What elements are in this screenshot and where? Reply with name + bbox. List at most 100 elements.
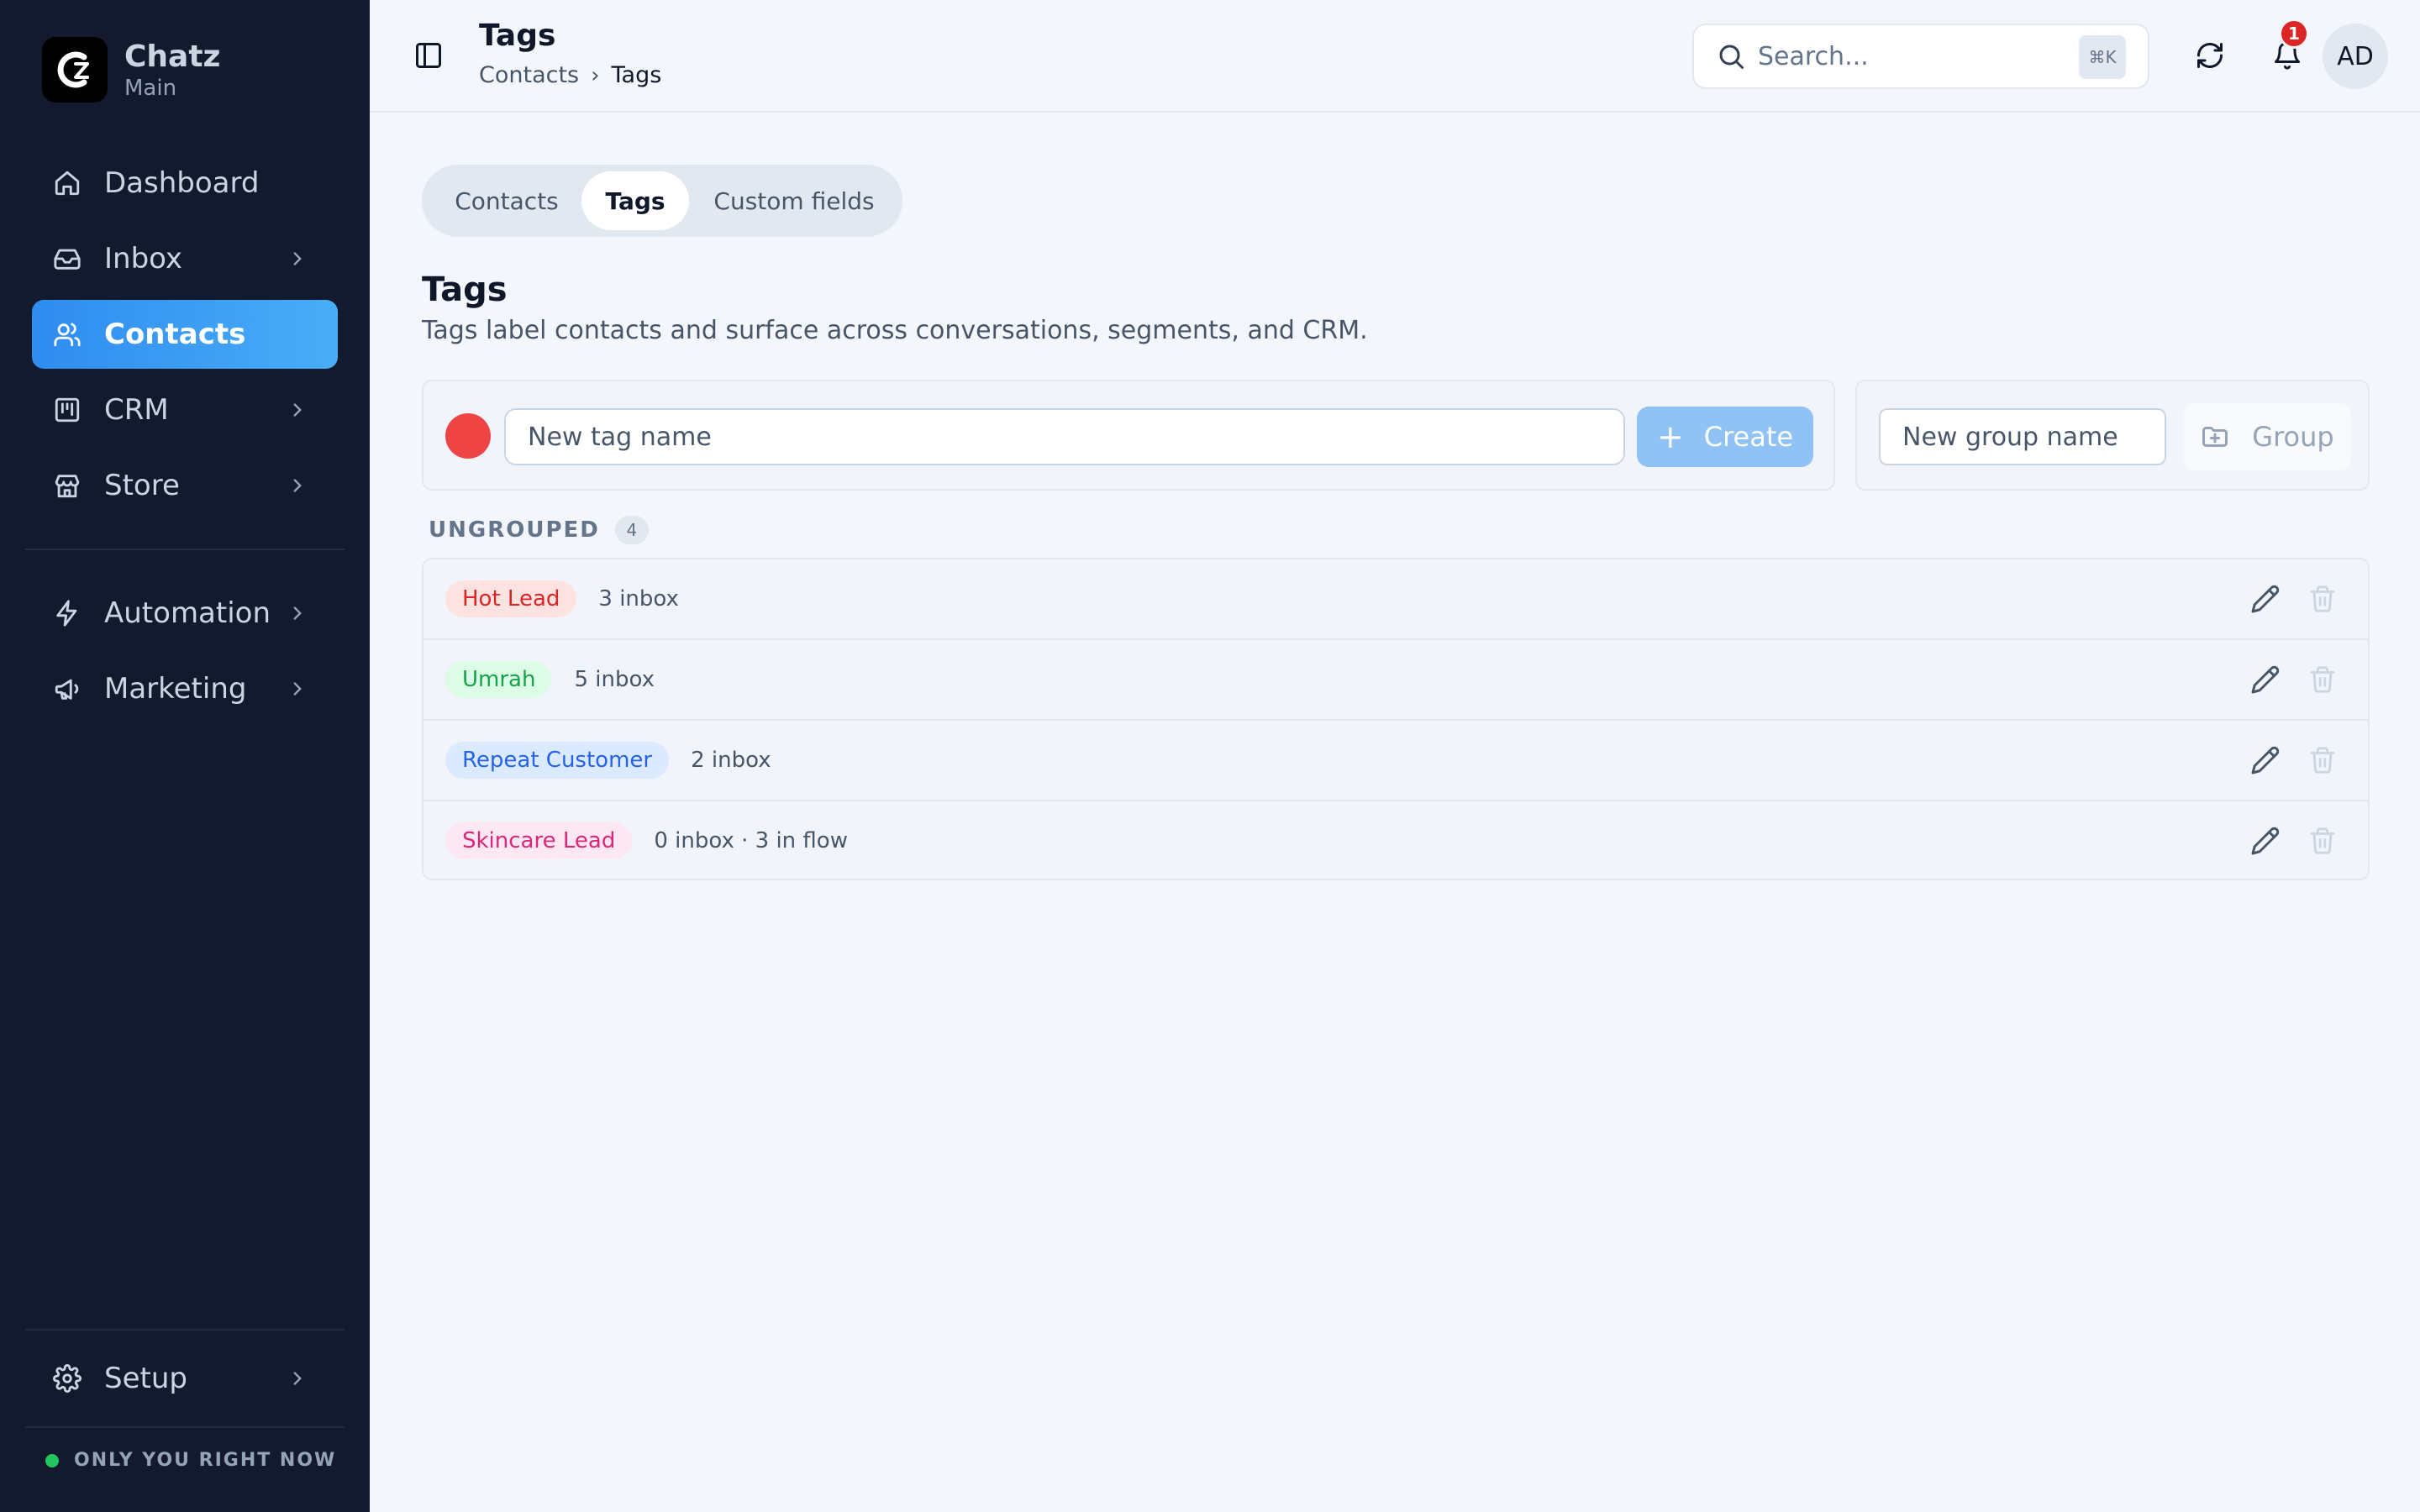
tag-color-picker[interactable] <box>445 413 491 459</box>
create-group-button[interactable]: Group <box>2183 403 2351 470</box>
refresh-button[interactable] <box>2193 39 2227 72</box>
edit-tag-button[interactable] <box>2249 582 2282 616</box>
trash-icon <box>2310 585 2335 612</box>
tag-pill[interactable]: Hot Lead <box>445 580 577 617</box>
trash-icon <box>2310 666 2335 693</box>
sidebar-item-label: Setup <box>104 1362 187 1395</box>
section-title: Tags <box>422 270 508 309</box>
users-icon <box>52 319 82 349</box>
sidebar-toggle-icon[interactable] <box>413 40 444 71</box>
sidebar-item-dashboard[interactable]: Dashboard <box>32 149 338 218</box>
search-input[interactable] <box>1758 41 2077 71</box>
sidebar-divider <box>25 549 345 550</box>
folder-plus-icon <box>2200 422 2230 452</box>
pencil-icon <box>2251 746 2280 774</box>
presence-text: ONLY YOU RIGHT NOW <box>74 1450 337 1471</box>
sidebar-item-contacts[interactable]: Contacts <box>32 300 338 369</box>
create-tag-button[interactable]: + Create <box>1637 407 1813 467</box>
sidebar-divider <box>25 1426 345 1428</box>
sidebar-item-label: Contacts <box>104 318 246 351</box>
breadcrumb-link-contacts[interactable]: Contacts <box>479 62 579 88</box>
tag-usage: 2 inbox <box>691 748 771 773</box>
tag-pill[interactable]: Umrah <box>445 661 553 698</box>
store-icon <box>52 470 82 501</box>
edit-tag-button[interactable] <box>2249 743 2282 777</box>
new-group-name-input[interactable] <box>1879 408 2166 465</box>
create-tag-card: + Create <box>422 380 1835 491</box>
edit-tag-button[interactable] <box>2249 663 2282 696</box>
tab-tags[interactable]: Tags <box>581 171 689 230</box>
ungrouped-header: UNGROUPED 4 <box>429 516 649 544</box>
trash-icon <box>2310 747 2335 774</box>
gear-icon <box>52 1363 82 1394</box>
chatz-logo-icon <box>42 37 108 102</box>
delete-tag-button[interactable] <box>2306 663 2339 696</box>
tag-pill[interactable]: Repeat Customer <box>445 742 670 779</box>
online-dot-icon <box>45 1453 59 1467</box>
chevron-right-icon: › <box>591 62 600 88</box>
plus-icon: + <box>1656 418 1684 455</box>
search-box[interactable]: ⌘K <box>1692 24 2149 89</box>
sidebar-item-label: Store <box>104 469 180 502</box>
tag-list: Hot Lead 3 inbox Umrah 5 inbox Repeat Cu… <box>422 558 2370 880</box>
pencil-icon <box>2251 585 2280 613</box>
sidebar-item-inbox[interactable]: Inbox <box>32 224 338 293</box>
sidebar-item-label: Dashboard <box>104 166 260 200</box>
brand-name: Chatz <box>124 39 221 74</box>
refresh-icon <box>2197 43 2223 68</box>
brand[interactable]: Chatz Main <box>42 37 221 102</box>
tag-row: Umrah 5 inbox <box>424 640 2368 719</box>
sidebar-item-label: Automation <box>104 596 271 630</box>
sidebar-item-label: Inbox <box>104 242 183 276</box>
tag-usage: 5 inbox <box>574 667 655 692</box>
tab-bar: Contacts Tags Custom fields <box>422 165 902 237</box>
delete-tag-button[interactable] <box>2306 824 2339 858</box>
sidebar-item-crm[interactable]: CRM <box>32 375 338 444</box>
breadcrumb-current: Tags <box>611 62 662 88</box>
tab-custom-fields[interactable]: Custom fields <box>692 171 896 230</box>
sidebar-item-label: Marketing <box>104 672 247 706</box>
chevron-right-icon <box>282 598 313 628</box>
avatar[interactable]: AD <box>2323 24 2388 89</box>
chevron-right-icon <box>282 244 313 274</box>
section-description: Tags label contacts and surface across c… <box>422 316 1368 345</box>
sidebar-item-marketing[interactable]: Marketing <box>32 654 338 723</box>
tag-pill[interactable]: Skincare Lead <box>445 822 633 859</box>
workspace-name: Main <box>124 76 177 101</box>
kanban-icon <box>52 395 82 425</box>
new-tag-name-input[interactable] <box>504 408 1625 465</box>
inbox-icon <box>52 244 82 274</box>
sidebar-item-setup[interactable]: Setup <box>32 1344 338 1413</box>
create-button-label: Create <box>1703 421 1794 453</box>
chevron-right-icon <box>282 674 313 704</box>
search-icon <box>1716 41 1746 71</box>
sidebar-item-automation[interactable]: Automation <box>32 579 338 648</box>
group-count-badge: 4 <box>614 516 649 544</box>
tag-row: Repeat Customer 2 inbox <box>424 721 2368 800</box>
breadcrumb: Contacts › Tags <box>479 62 661 88</box>
tag-usage: 0 inbox · 3 in flow <box>654 828 848 853</box>
tag-row: Skincare Lead 0 inbox · 3 in flow <box>424 801 2368 880</box>
trash-icon <box>2310 827 2335 854</box>
chevron-right-icon <box>282 1363 313 1394</box>
chevron-right-icon <box>282 470 313 501</box>
delete-tag-button[interactable] <box>2306 582 2339 616</box>
page-title: Tags <box>479 18 556 53</box>
sidebar-divider <box>25 1329 345 1331</box>
edit-tag-button[interactable] <box>2249 824 2282 858</box>
sidebar-item-label: CRM <box>104 393 169 427</box>
presence-status: ONLY YOU RIGHT NOW <box>45 1450 336 1471</box>
sidebar: Chatz Main Dashboard Inbox Contacts CRM <box>0 0 370 1512</box>
lightning-icon <box>52 598 82 628</box>
sidebar-item-store[interactable]: Store <box>32 451 338 520</box>
tag-row: Hot Lead 3 inbox <box>424 559 2368 638</box>
tag-usage: 3 inbox <box>598 586 679 612</box>
delete-tag-button[interactable] <box>2306 743 2339 777</box>
group-button-label: Group <box>2252 421 2334 453</box>
group-label: UNGROUPED <box>429 517 600 543</box>
top-header: Tags Contacts › Tags ⌘K 1 AD <box>370 0 2420 113</box>
pencil-icon <box>2251 665 2280 694</box>
tab-contacts[interactable]: Contacts <box>429 171 585 230</box>
chevron-right-icon <box>282 395 313 425</box>
pencil-icon <box>2251 827 2280 855</box>
